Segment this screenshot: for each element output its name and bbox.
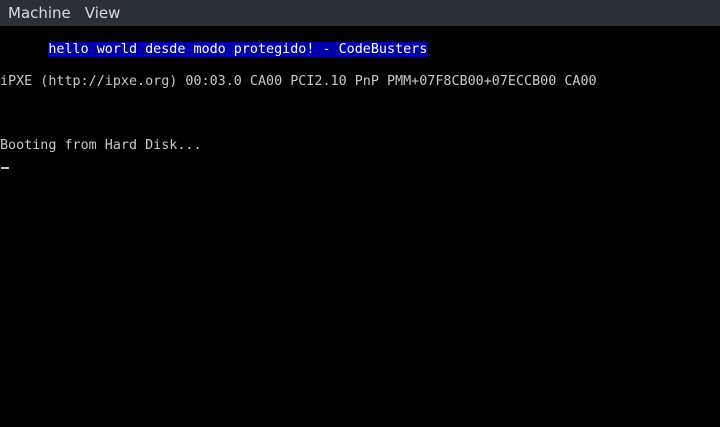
banner-line: hello world desde modo protegido! - Code… (0, 26, 429, 57)
menu-machine[interactable]: Machine (0, 0, 78, 26)
vm-window: Machine View hello world desde modo prot… (0, 0, 720, 427)
boot-line: Booting from Hard Disk... (0, 138, 202, 153)
console-screen[interactable]: hello world desde modo protegido! - Code… (0, 26, 720, 427)
banner-text: hello world desde modo protegido! - Code… (48, 42, 429, 57)
menu-bar: Machine View (0, 0, 720, 26)
ipxe-line: iPXE (http://ipxe.org) 00:03.0 CA00 PCI2… (0, 74, 597, 89)
text-cursor (1, 167, 9, 169)
menu-view[interactable]: View (78, 0, 128, 26)
